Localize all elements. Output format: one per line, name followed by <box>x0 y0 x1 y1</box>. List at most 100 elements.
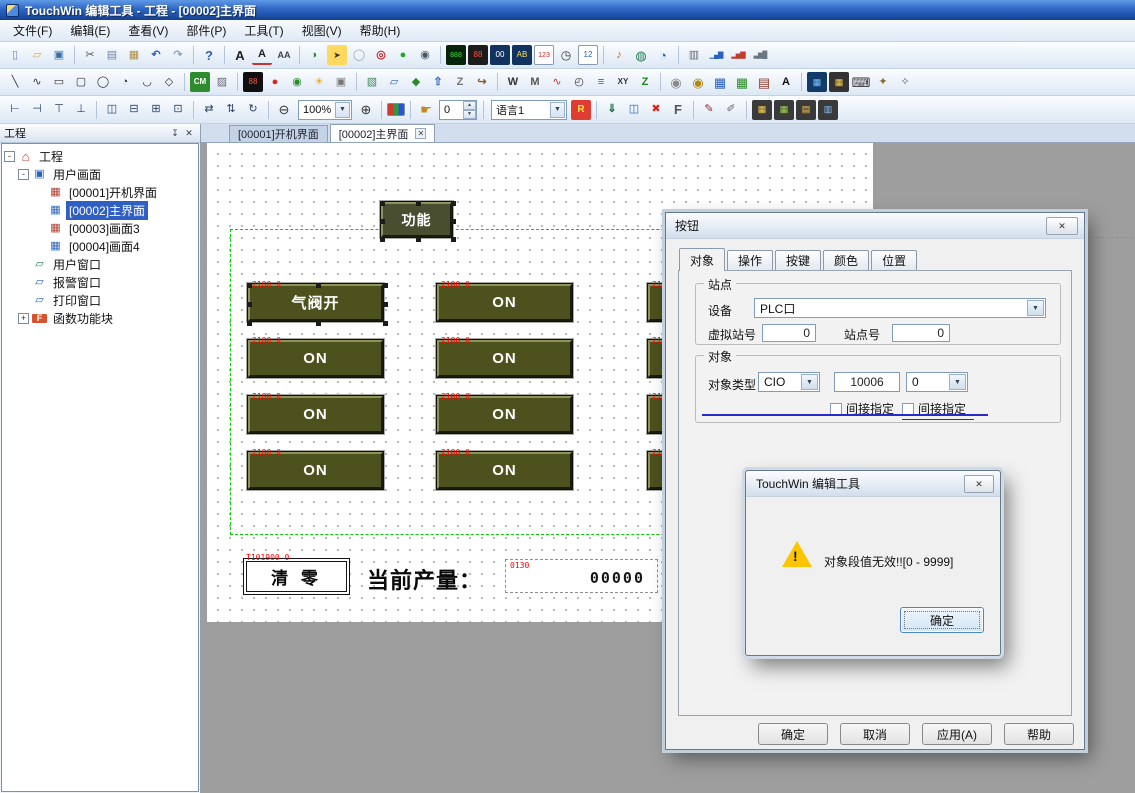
language-combobox[interactable]: 语言1 ▼ <box>491 100 567 120</box>
z-order-icon[interactable]: Z <box>450 72 470 92</box>
data-display-icon[interactable]: 00 <box>490 45 510 65</box>
checkbox-icon[interactable] <box>830 403 842 415</box>
word-icon[interactable]: W <box>503 72 523 92</box>
message-box-close-button[interactable]: ✕ <box>964 475 994 493</box>
separator[interactable] <box>603 46 604 64</box>
tab-color[interactable]: 颜色 <box>823 250 869 270</box>
indicator-green-icon[interactable]: ◉ <box>287 72 307 92</box>
cut-icon[interactable]: ✂ <box>80 45 100 65</box>
touch-value-spinner[interactable]: 0 ▲▼ <box>439 100 477 120</box>
hmi-button[interactable]: 2100 0 ON <box>437 396 572 433</box>
separator[interactable] <box>381 101 382 119</box>
separator[interactable] <box>410 101 411 119</box>
hmi-function-button[interactable]: 功能 <box>381 202 452 237</box>
align-top-icon[interactable]: ⊤ <box>49 100 69 120</box>
separator[interactable] <box>193 46 194 64</box>
globe-icon[interactable]: ◍ <box>631 45 651 65</box>
menu-item[interactable]: 帮助(H) <box>351 19 410 42</box>
color-palette-icon[interactable] <box>387 103 405 116</box>
separator[interactable] <box>497 73 498 91</box>
window-icon[interactable]: ▱ <box>384 72 404 92</box>
separator[interactable] <box>96 101 97 119</box>
picture-icon[interactable]: ▧ <box>362 72 382 92</box>
exit-icon[interactable]: ↪ <box>472 72 492 92</box>
table-dark-icon[interactable]: ▦ <box>829 72 849 92</box>
eye-icon[interactable]: ◉ <box>415 45 435 65</box>
font-underline-icon[interactable]: A <box>252 45 272 65</box>
grid-green-icon[interactable]: ▦ <box>732 72 752 92</box>
save-icon[interactable]: ▣ <box>49 45 69 65</box>
tree-item[interactable]: - ▣ 用户画面 <box>2 165 198 183</box>
xy-chart-icon[interactable]: XY <box>613 72 633 92</box>
download-icon[interactable]: ⇓ <box>602 100 622 120</box>
hmi-button[interactable]: 2100 0 ON <box>248 452 383 489</box>
move-icon[interactable]: M <box>525 72 545 92</box>
object-address-input[interactable]: 10006 <box>834 372 900 392</box>
cabinet4-icon[interactable]: ▥ <box>818 100 838 120</box>
tree-item[interactable]: ▦ [00001]开机界面 <box>2 183 198 201</box>
film-icon[interactable]: ▤ <box>754 72 774 92</box>
push-button-icon[interactable]: ▣ <box>331 72 351 92</box>
menu-item[interactable]: 部件(P) <box>177 19 235 42</box>
polygon-icon[interactable]: ◇ <box>159 72 179 92</box>
tree-expander-icon[interactable]: - <box>18 169 29 180</box>
simulate-icon[interactable]: ◫ <box>624 100 644 120</box>
copy-icon[interactable]: ▤ <box>102 45 122 65</box>
rotate-icon[interactable]: ↻ <box>243 100 263 120</box>
flip-h-icon[interactable]: ⇄ <box>199 100 219 120</box>
font-icon[interactable]: A <box>230 45 250 65</box>
dialog-close-button[interactable]: ✕ <box>1046 217 1078 235</box>
seven-seg-icon[interactable]: 88 <box>468 45 488 65</box>
scale-icon[interactable]: ▥ <box>684 45 704 65</box>
center-screen-icon[interactable]: ⊡ <box>168 100 188 120</box>
hmi-clear-button[interactable]: T101900 0 清 零 <box>243 558 350 595</box>
document-tab[interactable]: [00001]开机界面 <box>229 125 328 142</box>
bar-chart-icon[interactable]: ▁▄▇ <box>706 45 726 65</box>
ball-green-icon[interactable]: ● <box>393 45 413 65</box>
tree-item[interactable]: ▱ 打印窗口 <box>2 291 198 309</box>
z-green-icon[interactable]: Z <box>635 72 655 92</box>
dropdown-arrow-icon[interactable]: ▼ <box>949 374 966 390</box>
segment-display-icon[interactable]: 88 <box>243 72 263 92</box>
tree-item[interactable]: ▦ [00004]画面4 <box>2 237 198 255</box>
menu-item[interactable]: 查看(V) <box>119 19 177 42</box>
arrow-up-icon[interactable]: ⇧ <box>428 72 448 92</box>
spray-green-icon[interactable]: ◗ <box>305 45 325 65</box>
spinner-down-icon[interactable]: ▼ <box>463 110 476 119</box>
probe-icon[interactable]: ✎ <box>699 100 719 120</box>
tree-item[interactable]: - ⌂ 工程 <box>2 147 198 165</box>
device-combobox[interactable]: PLC口 ▼ <box>754 298 1046 318</box>
separator[interactable] <box>746 101 747 119</box>
keyboard-icon[interactable]: ⌨ <box>851 72 871 92</box>
alarm-clock-icon[interactable]: ◴ <box>569 72 589 92</box>
tab-object[interactable]: 对象 <box>679 248 725 271</box>
sun-icon[interactable]: ☀ <box>309 72 329 92</box>
disc-gold-icon[interactable]: ◉ <box>688 72 708 92</box>
tool-star-icon[interactable]: ✦ <box>873 72 893 92</box>
hmi-button[interactable]: 2100 0 ON <box>437 452 572 489</box>
virtual-station-input[interactable]: 0 <box>762 324 816 342</box>
separator[interactable] <box>184 73 185 91</box>
separator[interactable] <box>356 73 357 91</box>
dropdown-arrow-icon[interactable]: ▼ <box>801 374 818 390</box>
tab-keys[interactable]: 按键 <box>775 250 821 270</box>
led-display-icon[interactable]: 888 <box>446 45 466 65</box>
tool-star2-icon[interactable]: ✧ <box>895 72 915 92</box>
new-icon[interactable]: ▯ <box>5 45 25 65</box>
object-type-combobox[interactable]: CIO ▼ <box>758 372 820 392</box>
text-multi-icon[interactable]: AA <box>274 45 294 65</box>
separator[interactable] <box>596 101 597 119</box>
pie-icon[interactable]: ◔ <box>115 72 135 92</box>
object-bit-combobox[interactable]: 0 ▼ <box>906 372 968 392</box>
clock-icon[interactable]: ◷ <box>556 45 576 65</box>
open-icon[interactable]: ▱ <box>27 45 47 65</box>
separator[interactable] <box>678 46 679 64</box>
level-icon[interactable]: ≡ <box>591 72 611 92</box>
flip-v-icon[interactable]: ⇅ <box>221 100 241 120</box>
spinner-up-icon[interactable]: ▲ <box>463 101 476 110</box>
tree-item[interactable]: ▦ [00002]主界面 <box>2 201 198 219</box>
tab-position[interactable]: 位置 <box>871 250 917 270</box>
menu-item[interactable]: 编辑(E) <box>61 19 119 42</box>
cabinet2-icon[interactable]: ▦ <box>774 100 794 120</box>
tab-operation[interactable]: 操作 <box>727 250 773 270</box>
